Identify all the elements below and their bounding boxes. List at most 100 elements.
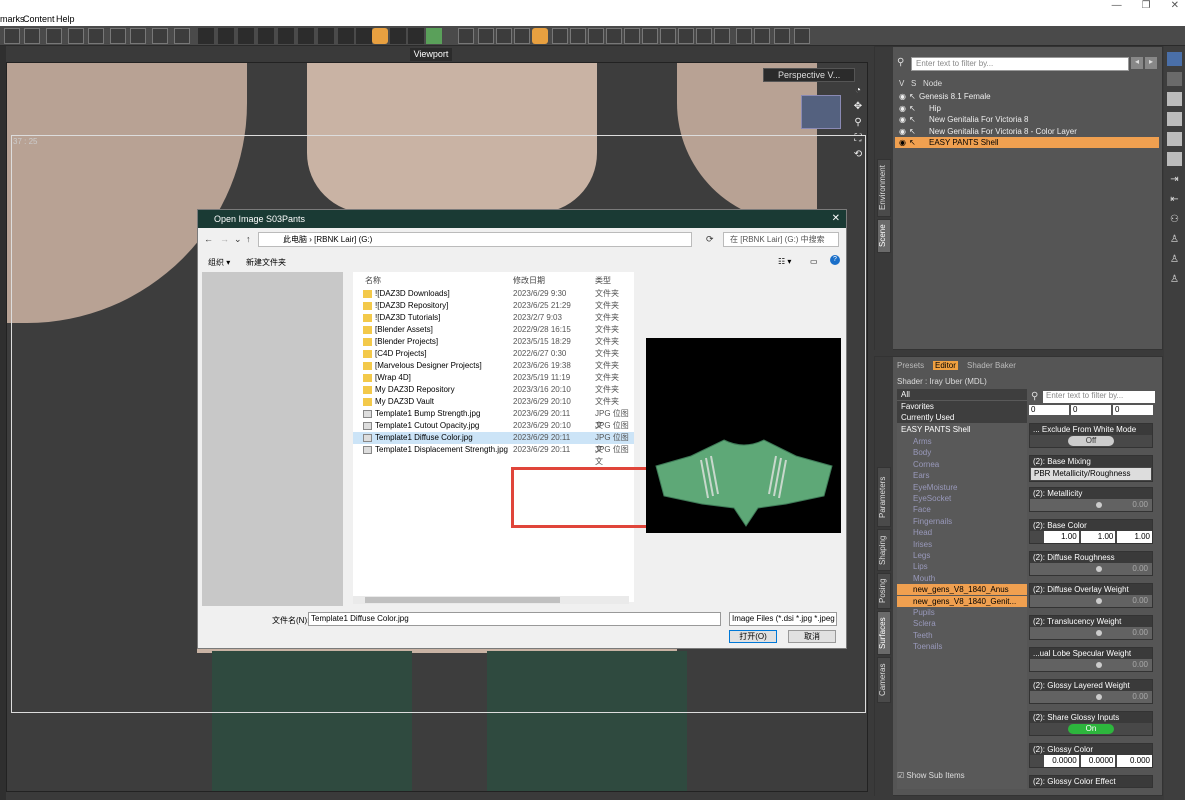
menu-help[interactable]: Help xyxy=(56,14,75,24)
translucency-slider[interactable]: 0.00 xyxy=(1030,627,1152,639)
slider-knob[interactable] xyxy=(1096,502,1102,508)
color-g[interactable]: 1.00 xyxy=(1080,531,1116,543)
toolbar-icon[interactable] xyxy=(754,28,770,44)
pose-icon[interactable]: ♙ xyxy=(1167,254,1182,268)
panel-icon[interactable] xyxy=(1167,152,1182,166)
surface-item[interactable]: Ears xyxy=(897,470,1027,481)
surface-category[interactable]: Favorites xyxy=(897,400,1027,412)
surface-category[interactable]: All xyxy=(897,389,1027,400)
organize-button[interactable]: 组织 ▾ xyxy=(208,257,230,268)
maximize-button[interactable]: ❐ xyxy=(1142,0,1151,12)
surface-root[interactable]: EASY PANTS Shell xyxy=(897,424,1027,435)
export-icon[interactable]: ⇤ xyxy=(1167,194,1182,208)
pose-icon[interactable]: ♙ xyxy=(1167,274,1182,288)
color-r[interactable]: 0.0000 xyxy=(1044,755,1079,767)
menu-content[interactable]: Content xyxy=(23,14,55,24)
tab-shaping[interactable]: Shaping xyxy=(877,529,891,571)
new-folder-button[interactable]: 新建文件夹 xyxy=(246,257,286,268)
slider-knob[interactable] xyxy=(1096,694,1102,700)
chevron-down-icon[interactable]: ⌄ xyxy=(234,234,242,245)
base-color-values[interactable]: 1.00 1.00 1.00 xyxy=(1030,531,1153,543)
toolbar-icon[interactable] xyxy=(570,28,586,44)
toolbar-icon[interactable] xyxy=(68,28,84,44)
pose-icon[interactable]: ♙ xyxy=(1167,234,1182,248)
top-value-field[interactable]: 0 xyxy=(1071,405,1111,415)
surface-item[interactable]: Pupils xyxy=(897,607,1027,618)
active-tool-icon[interactable] xyxy=(532,28,548,44)
surface-item[interactable]: new_gens_V8_1840_Anus xyxy=(897,584,1027,596)
file-row[interactable]: ![DAZ3D Downloads] 2023/6/29 9:30 文件夹 xyxy=(353,288,634,300)
slider-knob[interactable] xyxy=(1096,630,1102,636)
file-row[interactable]: Template1 Bump Strength.jpg 2023/6/29 20:… xyxy=(353,408,634,430)
close-button[interactable]: ✕ xyxy=(1171,0,1179,12)
surface-item[interactable]: Mouth xyxy=(897,573,1027,584)
file-row[interactable]: My DAZ3D Vault 2023/6/29 20:10 文件夹 xyxy=(353,396,634,408)
toolbar-icon[interactable] xyxy=(356,28,372,44)
eye-icon[interactable]: ◉ xyxy=(899,126,906,137)
back-icon[interactable]: ← xyxy=(204,234,213,244)
toolbar-icon[interactable] xyxy=(258,28,274,44)
select-icon[interactable]: ↖ xyxy=(909,103,916,114)
share-glossy-toggle[interactable]: On xyxy=(1068,724,1114,734)
view-options-icon[interactable]: ☷ ▾ xyxy=(778,257,791,266)
cancel-button[interactable]: 取消 xyxy=(788,630,836,643)
surface-item[interactable]: Lips xyxy=(897,561,1027,572)
eye-icon[interactable]: ◉ xyxy=(899,137,906,148)
surface-item[interactable]: new_gens_V8_1840_Genit... xyxy=(897,595,1027,607)
file-row[interactable]: Template1 Diffuse Color.jpg 2023/6/29 20:… xyxy=(353,432,634,454)
tab-presets[interactable]: Presets xyxy=(897,361,924,370)
file-row[interactable]: [Wrap 4D] 2023/5/19 11:19 文件夹 xyxy=(353,372,634,384)
menu-bookmarks[interactable]: marks xyxy=(0,14,25,24)
viewport-tab[interactable]: Viewport xyxy=(410,48,452,61)
tab-parameters[interactable]: Parameters xyxy=(877,467,891,527)
select-icon[interactable]: ↖ xyxy=(909,126,916,137)
toolbar-icon[interactable] xyxy=(4,28,20,44)
surface-item[interactable]: Irises xyxy=(897,539,1027,550)
content-library-icon[interactable] xyxy=(1167,52,1182,66)
preview-pane-icon[interactable]: ▭ xyxy=(810,257,818,266)
surface-item[interactable]: Arms xyxy=(897,436,1027,447)
scene-filter-input[interactable]: Enter text to filter by... xyxy=(911,57,1129,71)
diffuse-overlay-slider[interactable]: 0.00 xyxy=(1030,595,1152,607)
panel-icon[interactable] xyxy=(1167,132,1182,146)
diffuse-roughness-slider[interactable]: 0.00 xyxy=(1030,563,1152,575)
scene-node[interactable]: ◉ ↖ New Genitalia For Victoria 8 - Color L… xyxy=(895,126,1159,137)
toolbar-icon[interactable] xyxy=(318,28,334,44)
toolbar-icon[interactable] xyxy=(88,28,104,44)
surface-item[interactable]: EyeMoisture xyxy=(897,482,1027,493)
toolbar-icon[interactable] xyxy=(642,28,658,44)
toolbar-icon[interactable] xyxy=(588,28,604,44)
metallicity-slider[interactable]: 0.00 xyxy=(1030,499,1152,511)
top-value-field[interactable]: 0 xyxy=(1113,405,1153,415)
file-row[interactable]: [C4D Projects] 2022/6/27 0:30 文件夹 xyxy=(353,348,634,360)
panel-icon[interactable] xyxy=(1167,92,1182,106)
select-tool-icon[interactable] xyxy=(478,28,494,44)
panel-icon[interactable] xyxy=(1167,72,1182,86)
eye-icon[interactable]: ◉ xyxy=(899,91,906,102)
surface-item[interactable]: Teeth xyxy=(897,630,1027,641)
search-input[interactable]: 在 [RBNK Lair] (G:) 中搜索 xyxy=(723,232,839,247)
camera-icon[interactable] xyxy=(794,28,810,44)
column-date[interactable]: 修改日期 xyxy=(513,275,545,286)
tab-scene[interactable]: Scene xyxy=(877,219,891,253)
reset-icon[interactable]: ⟲ xyxy=(852,149,864,161)
render-icon[interactable] xyxy=(198,28,214,44)
orbit-icon[interactable]: ◔ xyxy=(852,85,864,97)
tab-cameras[interactable]: Cameras xyxy=(877,657,891,703)
surface-item[interactable]: Fingernails xyxy=(897,516,1027,527)
file-row[interactable]: [Blender Projects] 2023/5/15 18:29 文件夹 xyxy=(353,336,634,348)
toolbar-icon[interactable] xyxy=(426,28,442,44)
eye-icon[interactable]: ◉ xyxy=(899,114,906,125)
tab-surfaces[interactable]: Surfaces xyxy=(877,611,891,655)
surface-item[interactable]: Legs xyxy=(897,550,1027,561)
file-row[interactable]: [Blender Assets] 2022/9/28 16:15 文件夹 xyxy=(353,324,634,336)
next-icon[interactable]: ▸ xyxy=(1145,57,1157,69)
eye-icon[interactable]: ◉ xyxy=(899,103,906,114)
file-row[interactable]: ![DAZ3D Tutorials] 2023/2/7 9:03 文件夹 xyxy=(353,312,634,324)
view-cube[interactable] xyxy=(801,95,841,129)
toolbar-icon[interactable] xyxy=(152,28,168,44)
scene-node[interactable]: ◉ ↖ New Genitalia For Victoria 8 xyxy=(895,114,1159,125)
select-icon[interactable]: ↖ xyxy=(909,91,916,102)
surface-category[interactable]: Currently Used xyxy=(897,412,1027,423)
hand-icon[interactable] xyxy=(696,28,712,44)
